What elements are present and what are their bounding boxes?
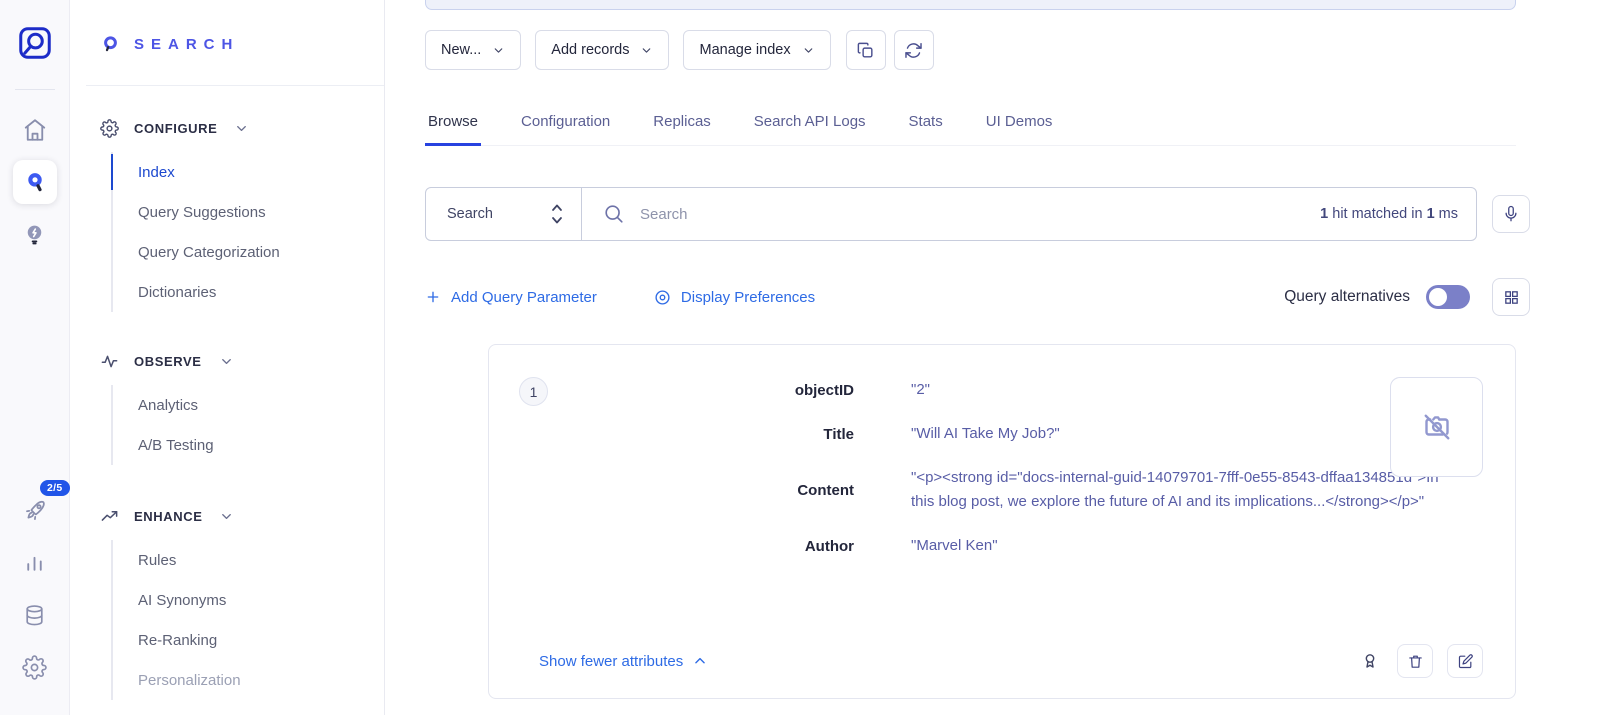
query-controls-row: Add Query Parameter Display Preferences … [425, 278, 1530, 316]
sidebar-item-dictionaries[interactable]: Dictionaries [113, 272, 384, 312]
sidebar-divider [86, 85, 384, 86]
rocket-icon[interactable]: 2/5 [13, 489, 57, 533]
attribute-row-objectid: objectID "2" [489, 378, 1515, 402]
add-query-parameter-link[interactable]: Add Query Parameter [425, 289, 597, 306]
camera-off-icon [1419, 409, 1455, 445]
copy-icon[interactable] [846, 30, 886, 70]
sidebar-item-personalization[interactable]: Personalization [113, 660, 384, 700]
section-enhance-label: ENHANCE [134, 509, 202, 524]
section-observe-label: OBSERVE [134, 354, 202, 369]
sidebar-item-ab-testing[interactable]: A/B Testing [113, 425, 384, 465]
section-observe-header[interactable]: OBSERVE [100, 352, 384, 371]
sidebar-item-ai-synonyms[interactable]: AI Synonyms [113, 580, 384, 620]
chevron-down-icon [802, 44, 815, 57]
hit-attributes: objectID "2" Title "Will AI Take My Job?… [489, 345, 1515, 558]
sidebar-item-rules[interactable]: Rules [113, 540, 384, 580]
sidebar-item-query-categorization[interactable]: Query Categorization [113, 232, 384, 272]
hit-footer: Show fewer attributes [539, 644, 1483, 678]
section-enhance-header[interactable]: ENHANCE [100, 507, 384, 526]
configure-gear-icon [100, 119, 119, 138]
search-input-area: 1 hit matched in 1 ms [582, 188, 1476, 240]
observe-items: Analytics A/B Testing [111, 385, 384, 465]
chevron-up-down-icon [549, 201, 565, 227]
section-enhance: ENHANCE Rules AI Synonyms Re-Ranking Per… [100, 507, 384, 700]
manage-index-button[interactable]: Manage index [683, 30, 830, 70]
rocket-progress-badge: 2/5 [40, 480, 70, 496]
configure-items: Index Query Suggestions Query Categoriza… [111, 152, 384, 312]
search-stats: 1 hit matched in 1 ms [1320, 206, 1458, 222]
hit-actions [1357, 644, 1483, 678]
home-icon[interactable] [13, 108, 57, 152]
refresh-icon[interactable] [894, 30, 934, 70]
sidebar-title: SEARCH [134, 36, 239, 53]
sidebar-header: SEARCH [100, 34, 384, 55]
tab-configuration[interactable]: Configuration [518, 103, 613, 146]
add-records-button[interactable]: Add records [535, 30, 669, 70]
query-alternatives-label: Query alternatives [1284, 288, 1410, 306]
search-icon [603, 203, 625, 225]
chevron-down-icon [640, 44, 653, 57]
award-icon[interactable] [1357, 644, 1383, 678]
sidebar-item-index[interactable]: Index [113, 152, 384, 192]
sidebar-item-query-suggestions[interactable]: Query Suggestions [113, 192, 384, 232]
chevron-down-icon [219, 354, 234, 369]
plus-icon [425, 289, 441, 305]
hit-card: 1 objectID "2" Title "Will AI Take My Jo… [488, 344, 1516, 699]
enhance-items: Rules AI Synonyms Re-Ranking Personaliza… [111, 540, 384, 700]
grid-view-icon[interactable] [1492, 278, 1530, 316]
sidebar-item-re-ranking[interactable]: Re-Ranking [113, 620, 384, 660]
chevron-up-icon [693, 654, 707, 668]
hit-rank-badge: 1 [519, 377, 548, 406]
settings-gear-icon[interactable] [13, 645, 57, 689]
app-root: 2/5 [0, 0, 1600, 715]
delete-icon[interactable] [1397, 644, 1433, 678]
index-toolbar: New... Add records Manage index [425, 30, 1600, 70]
attribute-row-content: Content "<p><strong id="docs-internal-gu… [489, 466, 1515, 514]
index-tabs: Browse Configuration Replicas Search API… [425, 103, 1516, 146]
search-input[interactable] [640, 206, 1305, 223]
section-configure-header[interactable]: CONFIGURE [100, 119, 384, 138]
section-configure-label: CONFIGURE [134, 121, 217, 136]
attribute-row-author: Author "Marvel Ken" [489, 534, 1515, 558]
search-bar: Search 1 hit matched in 1 ms [425, 187, 1477, 241]
sidebar-item-analytics[interactable]: Analytics [113, 385, 384, 425]
icon-rail: 2/5 [0, 0, 70, 715]
bar-chart-icon[interactable] [13, 541, 57, 585]
tab-stats[interactable]: Stats [906, 103, 946, 146]
search-row: Search 1 hit matched in 1 ms [425, 187, 1530, 241]
main-content: New... Add records Manage index [385, 0, 1600, 715]
tab-ui-demos[interactable]: UI Demos [983, 103, 1056, 146]
search-scope-select[interactable]: Search [426, 188, 582, 240]
section-observe: OBSERVE Analytics A/B Testing [100, 352, 384, 465]
algolia-logo-icon[interactable] [16, 24, 54, 62]
eye-icon [654, 289, 671, 306]
toggle-knob [1429, 288, 1447, 306]
chevron-down-icon [492, 44, 505, 57]
recommend-bulb-icon[interactable] [13, 212, 57, 256]
search-product-icon[interactable] [13, 160, 57, 204]
activity-icon [100, 352, 119, 371]
tab-browse[interactable]: Browse [425, 103, 481, 146]
tab-search-api-logs[interactable]: Search API Logs [751, 103, 869, 146]
chevron-down-icon [234, 121, 249, 136]
no-image-placeholder [1390, 377, 1483, 477]
tab-replicas[interactable]: Replicas [650, 103, 714, 146]
query-alternatives-toggle[interactable] [1426, 285, 1470, 309]
display-preferences-link[interactable]: Display Preferences [654, 289, 815, 306]
index-selector-cutoff [425, 0, 1516, 10]
database-icon[interactable] [13, 593, 57, 637]
rail-divider [15, 89, 55, 90]
show-fewer-attributes-link[interactable]: Show fewer attributes [539, 653, 707, 670]
section-configure: CONFIGURE Index Query Suggestions Query … [100, 119, 384, 312]
new-button[interactable]: New... [425, 30, 521, 70]
search-title-icon [100, 34, 121, 55]
attribute-row-title: Title "Will AI Take My Job?" [489, 422, 1515, 446]
rail-bottom-group: 2/5 [13, 489, 57, 689]
trending-up-icon [100, 507, 119, 526]
query-alternatives-control: Query alternatives [1284, 278, 1530, 316]
product-sidebar: SEARCH CONFIGURE Index Query Suggestion [70, 0, 385, 715]
edit-icon[interactable] [1447, 644, 1483, 678]
microphone-icon[interactable] [1492, 195, 1530, 233]
chevron-down-icon [219, 509, 234, 524]
